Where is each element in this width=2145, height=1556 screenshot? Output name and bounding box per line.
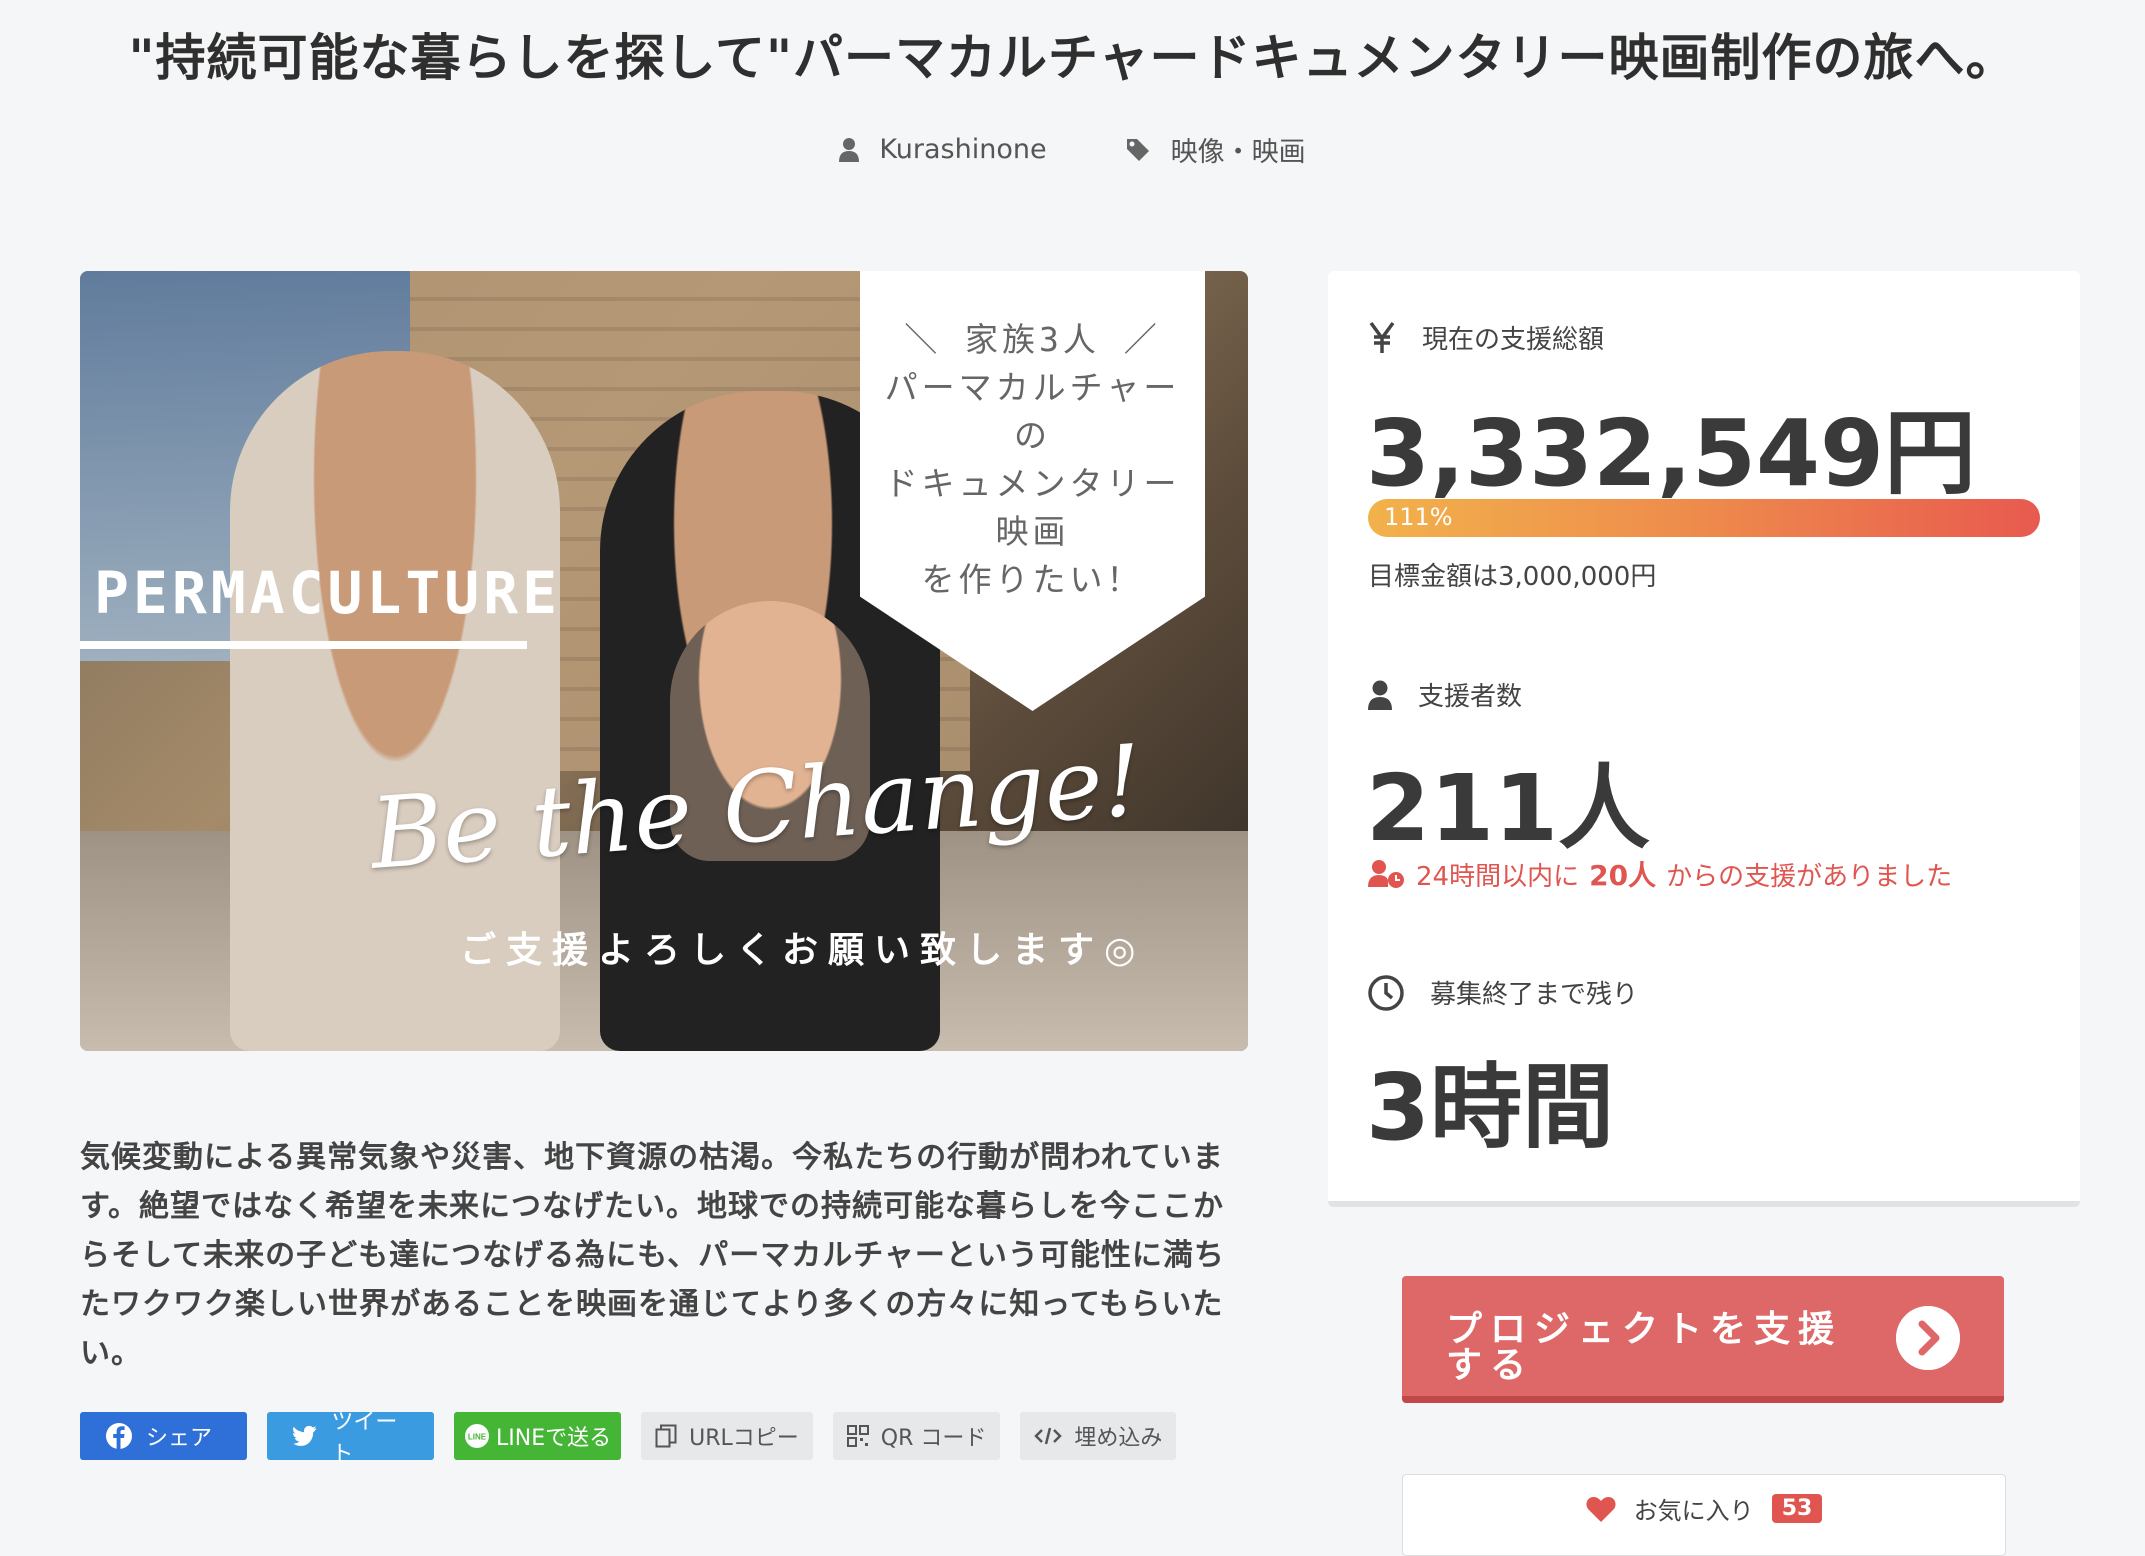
- qr-code-button[interactable]: QR コード: [832, 1412, 1001, 1460]
- funding-label-row: 現在の支援総額: [1368, 319, 1604, 356]
- funding-amount: 3,332,549円: [1366, 400, 1976, 507]
- funding-progress-bar: 111%: [1368, 499, 2040, 537]
- favorite-label: お気に入り: [1633, 1497, 1754, 1525]
- hero-underline: [80, 641, 527, 649]
- backers-count: 211人: [1366, 755, 1651, 862]
- clock-icon: [1368, 974, 1404, 1011]
- support-project-button[interactable]: プロジェクトを支援する: [1402, 1276, 2004, 1403]
- user-icon: [839, 137, 860, 162]
- url-copy-button[interactable]: URLコピー: [641, 1412, 813, 1460]
- remaining-time: 3時間: [1366, 1054, 1615, 1161]
- hero-permaculture-text: PERMACULTURE: [94, 559, 562, 627]
- heart-icon: [1586, 1496, 1616, 1522]
- hero-request-text: ご支援よろしくお願い致します◎: [460, 930, 1146, 971]
- project-meta: Kurashinone 映像・映画: [0, 130, 2145, 169]
- svg-text:LINE: LINE: [468, 1433, 487, 1442]
- author-name: Kurashinone: [879, 134, 1047, 165]
- recent-support-notice: 24時間以内に 20人 からの支援がありました: [1368, 854, 1952, 894]
- favorite-count-badge: 53: [1771, 1494, 1823, 1523]
- category-name: 映像・映画: [1170, 137, 1306, 168]
- goal-amount: 目標金額は3,000,000円: [1368, 562, 1657, 592]
- twitter-tweet-button[interactable]: ツイート: [267, 1410, 434, 1467]
- project-description: 気候変動による異常気象や災害、地下資源の枯渇。今私たちの行動が問われています。絶…: [80, 1140, 1225, 1371]
- tag-icon: [1126, 138, 1149, 161]
- share-buttons: シェア ツイート LINE LINEで送る URLコピー QR コード 埋め込み: [80, 1410, 1177, 1467]
- line-icon: LINE: [465, 1424, 489, 1448]
- facebook-share-button[interactable]: シェア: [80, 1412, 247, 1460]
- funding-stats-card: 現在の支援総額 3,332,549円 111% 目標金額は3,000,000円 …: [1328, 271, 2080, 1207]
- category-link[interactable]: 映像・映画: [1125, 130, 1306, 169]
- qr-code-icon: [846, 1425, 869, 1447]
- support-label: プロジェクトを支援する: [1446, 1309, 1843, 1386]
- remaining-label-row: 募集終了まで残り: [1368, 974, 1638, 1011]
- embed-button[interactable]: 埋め込み: [1020, 1412, 1177, 1460]
- yen-icon: [1369, 321, 1395, 353]
- twitter-icon: [293, 1425, 317, 1446]
- hero-banner-text: ＼ 家族3人 ／ パーマカルチャー の ドキュメンタリー 映画 を作りたい！: [884, 320, 1181, 599]
- code-icon: [1034, 1427, 1063, 1445]
- project-hero-image: ＼ 家族3人 ／ パーマカルチャー の ドキュメンタリー 映画 を作りたい！ P…: [80, 271, 1248, 1051]
- copy-icon: [655, 1424, 677, 1448]
- author-link[interactable]: Kurashinone: [839, 130, 1047, 169]
- backers-label-row: 支援者数: [1368, 676, 1522, 713]
- line-share-button[interactable]: LINE LINEで送る: [454, 1412, 622, 1460]
- progress-percent: 111%: [1384, 503, 1453, 531]
- page-title: "持続可能な暮らしを探して"パーマカルチャードキュメンタリー映画制作の旅へ。: [128, 29, 2017, 87]
- facebook-icon: [106, 1423, 132, 1449]
- user-icon: [1368, 680, 1392, 710]
- favorite-inner: お気に入り 53: [1403, 1491, 2005, 1526]
- favorite-button[interactable]: お気に入り 53: [1402, 1474, 2006, 1556]
- recent-backers-icon: [1368, 860, 1404, 888]
- chevron-right-icon: [1896, 1306, 1960, 1370]
